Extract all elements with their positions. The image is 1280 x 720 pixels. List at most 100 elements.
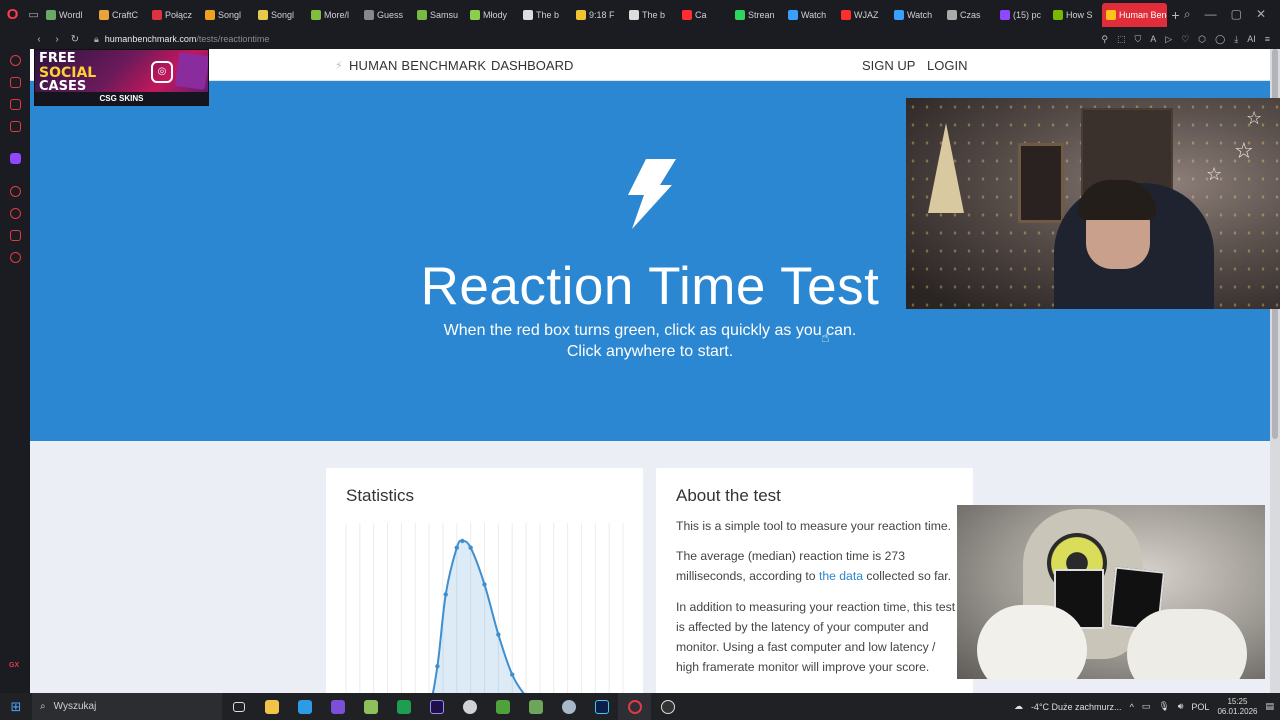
download-icon[interactable]: ⤓ (1234, 34, 1238, 45)
tab-active[interactable]: Human Benc (1101, 2, 1168, 27)
chart-point (496, 632, 501, 637)
browser-tab[interactable]: 9:18 F (572, 3, 625, 27)
menu-icon[interactable]: ≡ (1265, 34, 1270, 45)
sidebar-news-icon[interactable] (10, 121, 21, 132)
file-explorer-icon[interactable] (255, 693, 288, 720)
the-data-link[interactable]: the data (819, 569, 863, 583)
browser-tab[interactable]: Młody (466, 3, 519, 27)
tab-label: Strean (747, 9, 775, 20)
audition-icon[interactable] (585, 693, 618, 720)
tab-label: Songl (270, 9, 295, 20)
minimize-icon[interactable]: — (1205, 7, 1217, 22)
chart-point (510, 672, 515, 677)
tab-label: 9:18 F (588, 9, 615, 20)
tab-label: The b (535, 9, 559, 20)
favicon-icon (628, 9, 639, 20)
pin-icon[interactable]: ⚲ (1101, 34, 1108, 45)
browser-tab[interactable]: Watch (784, 3, 837, 27)
obsidian-icon[interactable] (321, 693, 354, 720)
tab-manager-icon[interactable]: ▭ (25, 0, 42, 29)
task-view-icon[interactable] (222, 693, 255, 720)
back-icon[interactable]: ‹ (30, 34, 48, 45)
minecraft-icon[interactable] (486, 693, 519, 720)
browser-tab[interactable]: How S (1049, 3, 1102, 27)
sidebar-history-icon[interactable] (10, 208, 21, 219)
browser-tab[interactable]: Guess (360, 3, 413, 27)
browser-tab[interactable]: Samsu (413, 3, 466, 27)
browser-tab[interactable]: The b (625, 3, 678, 27)
favicon-icon (45, 9, 56, 20)
tab-label: (15) pc (1012, 9, 1041, 20)
app-green-icon[interactable] (354, 693, 387, 720)
play-icon[interactable]: ▷ (1165, 34, 1172, 45)
taskbar-search[interactable]: ⌕ Wyszukaj (32, 693, 222, 720)
browser-tab[interactable]: Strean (731, 3, 784, 27)
reload-icon[interactable]: ↻ (66, 34, 84, 45)
steam-icon[interactable] (453, 693, 486, 720)
tab-label: Połącz (164, 9, 192, 20)
language-indicator[interactable]: POL (1191, 702, 1209, 712)
favicon-icon (98, 9, 109, 20)
notifications-icon[interactable]: ▤ (1265, 701, 1274, 712)
extensions-icon[interactable]: ⬡ (1198, 34, 1206, 45)
paint-icon[interactable] (552, 693, 585, 720)
opera-gx-icon[interactable] (618, 693, 651, 720)
shield-icon[interactable]: ⛉ (1135, 34, 1142, 45)
browser-tab[interactable]: WJAZ (837, 3, 890, 27)
brand-link[interactable]: ⚡︎ HUMAN BENCHMARK (335, 58, 486, 73)
opera-logo-icon[interactable]: O (0, 0, 25, 29)
app-stack-icon[interactable] (519, 693, 552, 720)
sidebar-bag-icon[interactable] (10, 77, 21, 88)
mic-icon[interactable]: 🎙︎ (1158, 701, 1169, 712)
new-tab-icon[interactable]: + (1167, 7, 1184, 23)
weather-icon[interactable]: ☁︎ (1014, 701, 1023, 712)
dashboard-link[interactable]: DASHBOARD (491, 58, 573, 73)
url-field[interactable]: 🔒︎ humanbenchmark.com/tests/reactiontime (94, 34, 269, 45)
favicon-icon (522, 9, 533, 20)
sidebar-player-icon[interactable] (10, 186, 21, 197)
browser-tab[interactable]: CraftC (95, 3, 148, 27)
search-icon: ⌕ (40, 701, 46, 712)
browser-tab[interactable]: Czas (943, 3, 996, 27)
close-icon[interactable]: ✕ (1256, 7, 1266, 22)
browser-tab[interactable]: Songl (201, 3, 254, 27)
browser-tab[interactable]: Watch (890, 3, 943, 27)
browser-tab[interactable]: Wordl (42, 3, 95, 27)
excel-icon[interactable] (387, 693, 420, 720)
sidebar-opera-icon[interactable] (10, 55, 21, 66)
browser-tab[interactable]: More/l (307, 3, 360, 27)
sidebar-chat-icon[interactable] (10, 99, 21, 110)
network-icon[interactable]: ▭ (1142, 701, 1151, 712)
profile-icon[interactable]: ◯ (1215, 34, 1225, 45)
translate-icon[interactable]: A (1150, 34, 1156, 45)
ai-icon[interactable]: AI (1247, 34, 1256, 45)
sidebar-extensions-icon[interactable] (10, 230, 21, 241)
weather-label[interactable]: -4°C Duże zachmurz... (1031, 702, 1122, 712)
browser-tab[interactable]: Połącz (148, 3, 201, 27)
browser-tab[interactable]: Songl (254, 3, 307, 27)
about-paragraph-2-tail: collected so far. (863, 569, 952, 583)
browser-tab[interactable]: (15) pc (996, 3, 1049, 27)
obs-icon[interactable] (651, 693, 684, 720)
speaker-icon[interactable]: 🔊︎ (1178, 701, 1184, 712)
sidebar-twitch-icon[interactable] (10, 153, 21, 164)
tray-chevron-icon[interactable]: ^ (1130, 702, 1134, 712)
browser-tab[interactable]: The b (519, 3, 572, 27)
sidebar-settings-icon[interactable] (10, 252, 21, 263)
premiere-icon[interactable] (420, 693, 453, 720)
search-icon[interactable]: ⌕ (1184, 7, 1191, 22)
favicon-icon (469, 9, 480, 20)
snapshot-icon[interactable]: ⬚ (1117, 34, 1126, 45)
glove-left (977, 605, 1087, 679)
heart-icon[interactable]: ♡ (1181, 34, 1189, 45)
forward-icon[interactable]: › (48, 34, 66, 45)
clock[interactable]: 15:25 06.01.2026 (1217, 697, 1257, 717)
login-link[interactable]: LOGIN (927, 58, 967, 73)
signup-link[interactable]: SIGN UP (862, 58, 915, 73)
windows-start-icon[interactable]: ⊞ (0, 699, 32, 715)
browser-tab[interactable]: Ca (678, 3, 731, 27)
favicon-icon (257, 9, 268, 20)
tab-label: Human Benc (1118, 9, 1168, 20)
maximize-icon[interactable]: ▢ (1231, 7, 1242, 22)
app-m-icon[interactable] (288, 693, 321, 720)
